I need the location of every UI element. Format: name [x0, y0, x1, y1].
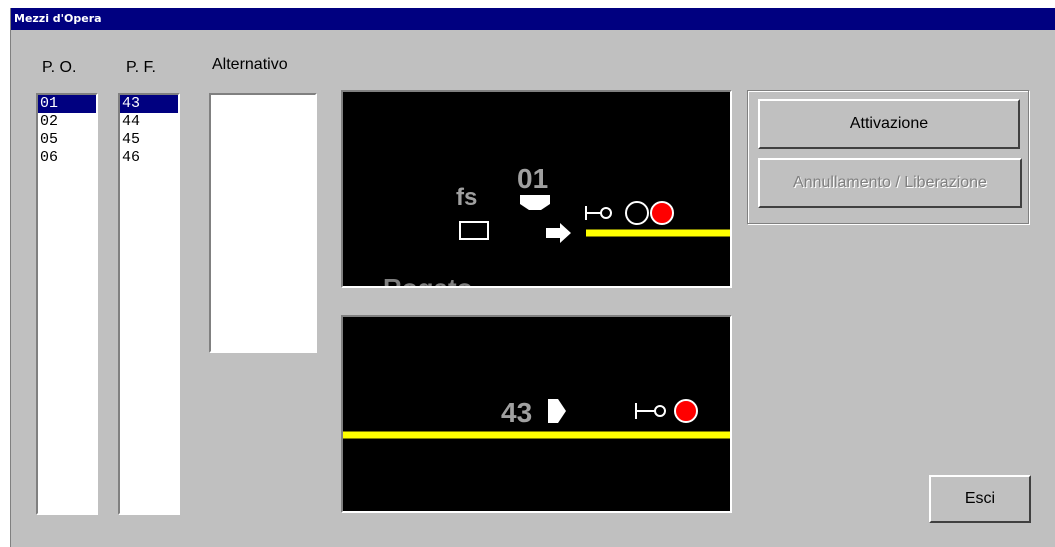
pf-list-item[interactable]: 44 — [120, 113, 178, 131]
po-listbox[interactable]: 01 02 05 06 — [36, 93, 98, 515]
pf-listbox[interactable]: 43 44 45 46 — [118, 93, 180, 515]
action-button-group: Attivazione Annullamento / Liberazione — [747, 90, 1029, 224]
alternativo-listbox[interactable] — [209, 93, 317, 353]
po-list-item[interactable]: 06 — [38, 149, 96, 167]
route-marker-right-icon — [548, 399, 566, 423]
po-list-item[interactable]: 05 — [38, 131, 96, 149]
signal-lamp-red-icon — [674, 399, 698, 423]
annullamento-liberazione-button[interactable]: Annullamento / Liberazione — [758, 158, 1022, 208]
route-number-bottom: 43 — [501, 397, 532, 428]
fs-label: fs — [456, 184, 477, 211]
window-title: Mezzi d'Opera — [11, 8, 1055, 30]
alternativo-label: Alternativo — [212, 56, 288, 73]
signal-lamp-off-icon — [654, 405, 666, 417]
route-number-top: 01 — [517, 163, 548, 194]
signal-lamp-off-icon — [600, 207, 612, 219]
pf-list-item[interactable]: 45 — [120, 131, 178, 149]
station-label-partial: Rogato — [383, 273, 473, 286]
route-diagram-bottom: 43 — [341, 315, 732, 513]
route-diagram-bottom-svg: 43 — [343, 397, 730, 439]
fs-box-icon — [459, 221, 489, 240]
pf-list-item[interactable]: 43 — [120, 95, 178, 113]
mezzi-opera-window: Mezzi d'Opera P. O. P. F. Alternativo 01… — [10, 8, 1055, 547]
signal-lamp-off-icon — [625, 201, 649, 225]
po-list-item[interactable]: 02 — [38, 113, 96, 131]
attivazione-button[interactable]: Attivazione — [758, 99, 1020, 149]
route-diagram-top-svg: fs 01 Rogato — [383, 163, 730, 286]
pf-label: P. F. — [126, 59, 156, 76]
po-list-item[interactable]: 01 — [38, 95, 96, 113]
route-marker-down-icon — [520, 195, 550, 210]
pf-list-item[interactable]: 46 — [120, 149, 178, 167]
direction-arrow-icon — [546, 223, 571, 243]
po-label: P. O. — [42, 59, 77, 76]
signal-lamp-red-icon — [650, 201, 674, 225]
route-diagram-top: fs 01 Rogato — [341, 90, 732, 288]
esci-button[interactable]: Esci — [929, 475, 1031, 523]
